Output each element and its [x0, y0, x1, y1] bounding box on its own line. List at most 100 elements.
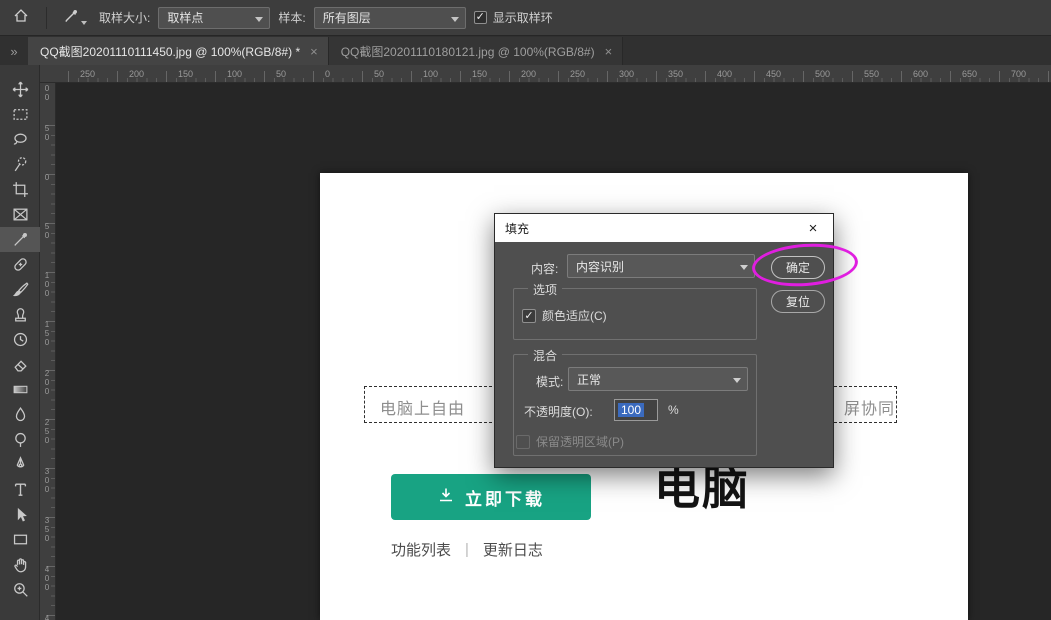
chevron-down-icon: [733, 378, 741, 383]
dodge-icon: [12, 431, 29, 448]
ruler-label: 700: [1011, 69, 1027, 79]
download-label: 立即下载: [465, 489, 545, 509]
zoom-icon: [12, 581, 29, 598]
chevron-down-icon: [255, 16, 264, 22]
options-group: 选项 ✓ 颜色适应(C): [513, 281, 757, 340]
home-button[interactable]: [8, 5, 34, 31]
download-icon: [437, 486, 455, 509]
chevron-down-icon: [450, 16, 459, 22]
tab-strip: QQ截图20201110111450.jpg @ 100%(RGB/8#) * ×…: [28, 37, 624, 65]
clone-stamp-tool[interactable]: [0, 302, 40, 327]
eyedropper-tool[interactable]: [0, 227, 40, 252]
rectangular-marquee-icon: [12, 106, 29, 123]
sample-size-value: 取样点: [167, 11, 204, 25]
preserve-transparency-checkbox[interactable]: [516, 434, 530, 449]
ruler-label: 1 0 0: [44, 271, 50, 298]
current-tool-button[interactable]: [59, 6, 91, 29]
blend-group-label: 混合: [528, 347, 563, 364]
hand-tool[interactable]: [0, 552, 40, 577]
opacity-input[interactable]: 100: [614, 399, 658, 421]
path-selection-tool[interactable]: [0, 502, 40, 527]
quick-selection-tool[interactable]: [0, 152, 40, 177]
chevron-down-icon: [81, 21, 87, 25]
mode-label: 模式:: [536, 375, 564, 389]
document-tab[interactable]: QQ截图20201110180121.jpg @ 100%(RGB/8#) ×: [328, 37, 624, 65]
doc-paragraph-right: 屏协同: [844, 401, 896, 418]
reset-button[interactable]: 复位: [771, 290, 825, 313]
ruler-label: 4 5 0: [44, 614, 50, 620]
lasso-tool[interactable]: [0, 127, 40, 152]
zoom-tool[interactable]: [0, 577, 40, 602]
sample-size-dropdown[interactable]: 取样点: [158, 6, 271, 29]
color-adapt-label: 颜色适应(C): [542, 309, 607, 323]
ok-button[interactable]: 确定: [771, 256, 825, 279]
move-icon: [12, 81, 29, 98]
preserve-transparency-label: 保留透明区域(P): [536, 435, 624, 449]
type-tool[interactable]: [0, 477, 40, 502]
rectangular-marquee-tool[interactable]: [0, 102, 40, 127]
color-adapt-option[interactable]: ✓ 颜色适应(C): [522, 307, 607, 324]
options-group-label: 选项: [528, 281, 563, 298]
ruler-label: 200: [521, 69, 537, 79]
show-ring-checkbox[interactable]: ✓: [473, 11, 487, 24]
tab-close-icon[interactable]: ×: [310, 44, 318, 59]
ruler-label: 1 5 0: [44, 320, 50, 347]
tab-close-icon[interactable]: ×: [605, 44, 613, 59]
ruler-label: 100: [227, 69, 243, 79]
dialog-titlebar[interactable]: 填充 ×: [495, 214, 833, 242]
move-tool[interactable]: [0, 77, 40, 102]
panel-collapse-icon[interactable]: »: [0, 44, 28, 65]
close-icon[interactable]: ×: [803, 220, 823, 237]
options-bar: 取样大小: 取样点 样本: 所有图层 ✓ 显示取样环: [0, 0, 1051, 36]
opacity-value: 100: [618, 403, 645, 417]
document-tab[interactable]: QQ截图20201110111450.jpg @ 100%(RGB/8#) * ×: [28, 37, 329, 65]
mode-dropdown[interactable]: 正常: [568, 367, 748, 391]
ruler-label: 450: [766, 69, 782, 79]
dodge-tool[interactable]: [0, 427, 40, 452]
chevron-down-icon: [740, 265, 748, 270]
tab-label: QQ截图20201110111450.jpg @ 100%(RGB/8#) *: [40, 44, 301, 59]
history-brush-icon: [12, 331, 29, 348]
content-dropdown[interactable]: 内容识别: [567, 254, 755, 278]
clone-stamp-icon: [12, 306, 29, 323]
eraser-icon: [12, 356, 29, 373]
lasso-icon: [12, 131, 29, 148]
spot-healing-tool[interactable]: [0, 252, 40, 277]
rectangle-tool[interactable]: [0, 527, 40, 552]
ruler-label: 2 5 0: [44, 418, 50, 445]
ruler-label: 50: [374, 69, 385, 79]
crop-icon: [12, 181, 29, 198]
rectangle-icon: [12, 531, 29, 548]
percent-label: %: [668, 403, 679, 417]
mode-value: 正常: [577, 372, 602, 387]
sample-layers-dropdown[interactable]: 所有图层: [313, 6, 466, 29]
ruler-label: 250: [80, 69, 96, 79]
tab-bar: » QQ截图20201110111450.jpg @ 100%(RGB/8#) …: [0, 36, 1051, 65]
ruler-label: 4 0 0: [44, 565, 50, 592]
separator: [46, 6, 47, 29]
frame-tool[interactable]: [0, 202, 40, 227]
history-brush-tool[interactable]: [0, 327, 40, 352]
ruler-label: 650: [962, 69, 978, 79]
gradient-tool[interactable]: [0, 377, 40, 402]
blur-tool[interactable]: [0, 402, 40, 427]
download-button: 立即下载: [391, 474, 591, 520]
ruler-label: 0: [44, 173, 50, 182]
ruler-label: 250: [570, 69, 586, 79]
ruler-label: 3 5 0: [44, 516, 50, 543]
crop-tool[interactable]: [0, 177, 40, 202]
color-adapt-checkbox[interactable]: ✓: [522, 308, 536, 323]
preserve-transparency-option[interactable]: 保留透明区域(P): [516, 433, 624, 450]
opacity-label: 不透明度(O):: [524, 405, 593, 419]
brush-tool[interactable]: [0, 277, 40, 302]
show-ring-option[interactable]: ✓ 显示取样环: [473, 9, 553, 26]
pen-icon: [12, 456, 29, 473]
eraser-tool[interactable]: [0, 352, 40, 377]
ruler-label: 400: [717, 69, 733, 79]
ruler-label: 300: [619, 69, 635, 79]
link-divider: |: [465, 541, 469, 558]
ruler-label: 200: [129, 69, 145, 79]
ruler-label: 600: [913, 69, 929, 79]
pen-tool[interactable]: [0, 452, 40, 477]
ruler-label: 100: [423, 69, 439, 79]
